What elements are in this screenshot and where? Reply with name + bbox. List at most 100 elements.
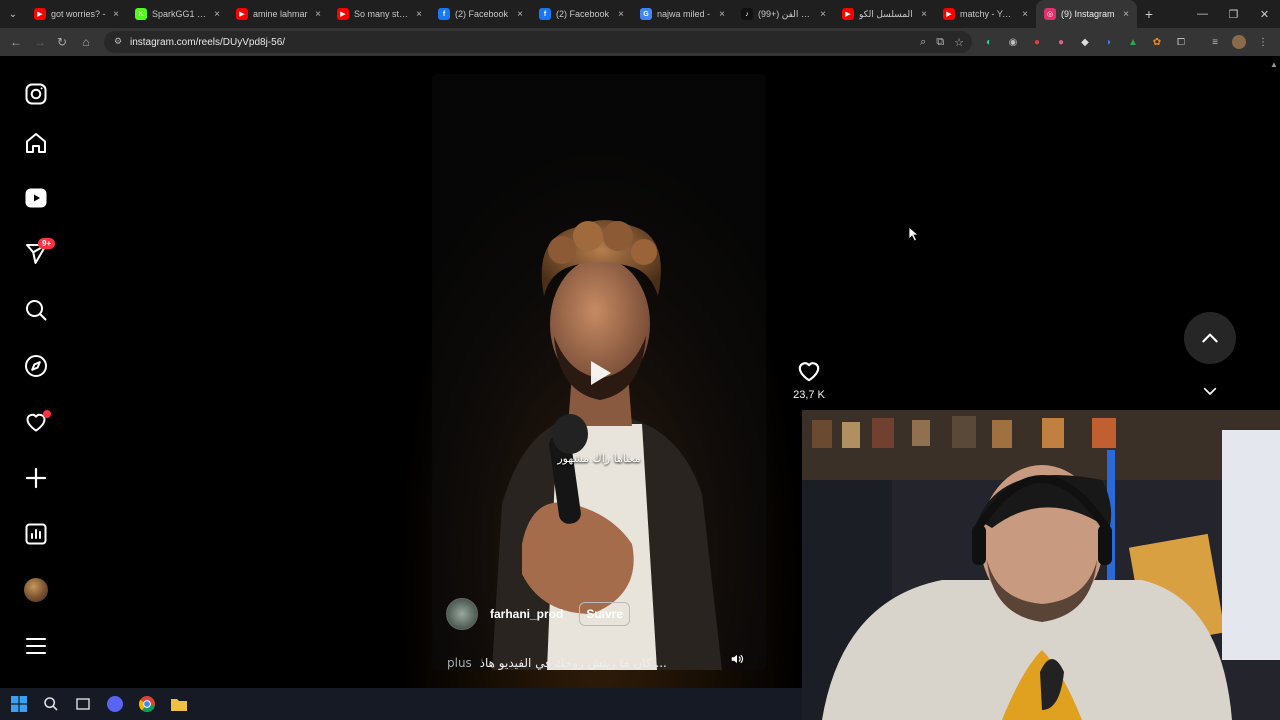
reels-icon[interactable] xyxy=(18,180,54,216)
tab-close-icon[interactable]: × xyxy=(414,9,424,20)
facebook-icon: f xyxy=(539,8,551,20)
windows-taskbar xyxy=(0,688,802,720)
tab-close-icon[interactable]: × xyxy=(515,9,525,20)
home-button[interactable]: ⌂ xyxy=(74,30,98,54)
dashboard-icon[interactable] xyxy=(18,516,54,552)
sound-toggle-icon[interactable] xyxy=(728,650,746,668)
browser-tab[interactable]: ▶ So many strea × xyxy=(329,0,430,28)
browser-tab[interactable]: ▶ المسلسل الكو × xyxy=(834,0,935,28)
google-icon: G xyxy=(640,8,652,20)
discord-taskbar-icon[interactable] xyxy=(104,693,126,715)
tab-close-icon[interactable]: × xyxy=(1020,9,1030,20)
extensions-puzzle-icon[interactable]: ⧠ xyxy=(1172,33,1190,51)
tab-close-icon[interactable]: × xyxy=(1121,9,1131,20)
extension-7-icon[interactable]: ▲ xyxy=(1124,33,1142,51)
browser-tab-strip: ⌄ ▶ got worries? - × K SparkGG1 Kick × ▶ amine … xyxy=(0,0,1280,28)
new-tab-button[interactable]: + xyxy=(1137,0,1161,28)
tab-close-icon[interactable]: × xyxy=(212,9,222,20)
site-info-icon[interactable]: ⚙ xyxy=(112,36,124,48)
tab-close-icon[interactable]: × xyxy=(717,9,727,20)
browser-tab[interactable]: ◎ (9) Instagram × xyxy=(1036,0,1137,28)
extension-5-icon[interactable]: ◆ xyxy=(1076,33,1094,51)
chevron-up-icon xyxy=(1202,333,1218,343)
extension-4-icon[interactable]: ● xyxy=(1052,33,1070,51)
webcam-overlay xyxy=(802,410,1280,720)
chrome-taskbar-icon[interactable] xyxy=(136,693,158,715)
create-plus-icon[interactable] xyxy=(18,460,54,496)
browser-tab-label: So many strea xyxy=(354,9,410,19)
reel-caption[interactable]: plus كان ما ريتش روحك في الفيديو هاذ ... xyxy=(447,656,667,670)
browser-tab[interactable]: ▶ matchy - YouTu × xyxy=(935,0,1036,28)
play-icon[interactable] xyxy=(582,356,616,390)
caption-more-link[interactable]: plus xyxy=(447,656,472,670)
instagram-logo-icon[interactable] xyxy=(18,76,54,112)
follow-button[interactable]: Suivre xyxy=(579,602,631,626)
file-explorer-icon[interactable] xyxy=(168,693,190,715)
author-username[interactable]: farhani_prod xyxy=(490,607,563,621)
youtube-icon: ▶ xyxy=(943,8,955,20)
mouse-cursor-icon xyxy=(908,226,920,242)
tab-close-icon[interactable]: × xyxy=(616,9,626,20)
browser-tab[interactable]: f (2) Facebook × xyxy=(430,0,531,28)
youtube-icon: ▶ xyxy=(842,8,854,20)
profile-avatar-icon[interactable] xyxy=(1230,33,1248,51)
install-app-icon[interactable]: ⧉ xyxy=(936,36,944,49)
browser-tab[interactable]: f (2) Facebook × xyxy=(531,0,632,28)
taskbar-search-icon[interactable] xyxy=(40,693,62,715)
notification-dot xyxy=(43,410,51,418)
browser-tab[interactable]: Gnajwa miled - × xyxy=(632,0,733,28)
tab-close-icon[interactable]: × xyxy=(818,9,828,20)
caption-text: كان ما ريتش روحك في الفيديو هاذ ... xyxy=(479,656,667,670)
author-avatar[interactable] xyxy=(446,598,478,630)
extension-1-icon[interactable]: ◐ xyxy=(980,33,998,51)
browser-tab[interactable]: K SparkGG1 Kick × xyxy=(127,0,228,28)
extension-2-icon[interactable]: ◉ xyxy=(1004,33,1022,51)
browser-tab-label: (2) Facebook xyxy=(455,9,509,19)
home-icon[interactable] xyxy=(18,125,54,161)
tab-close-icon[interactable]: × xyxy=(111,9,121,20)
media-control-icon[interactable]: ≡ xyxy=(1206,33,1224,51)
webcam-feed-image xyxy=(802,410,1280,720)
browser-toolbar: ← → ↻ ⌂ ⚙ instagram.com/reels/DUyVpd8j-5… xyxy=(0,28,1280,56)
extensions-area: ◐ ◉ ● ● ◆ ◗ ▲ ✿ ⧠ ≡ ⋮ xyxy=(980,28,1272,56)
bookmark-star-icon[interactable]: ☆ xyxy=(954,36,964,49)
zoom-icon[interactable]: ⌕ xyxy=(920,36,926,49)
search-icon[interactable] xyxy=(18,292,54,328)
browser-tab-label: SparkGG1 Kick xyxy=(152,9,208,19)
tab-close-icon[interactable]: × xyxy=(919,9,929,20)
previous-reel-button[interactable] xyxy=(1184,312,1236,364)
extension-6-icon[interactable]: ◗ xyxy=(1100,33,1118,51)
next-reel-button[interactable] xyxy=(1184,386,1236,412)
minimize-button[interactable]: — xyxy=(1187,0,1218,28)
windows-start-icon[interactable] xyxy=(8,693,30,715)
extension-3-icon[interactable]: ● xyxy=(1028,33,1046,51)
close-window-button[interactable]: ✕ xyxy=(1249,0,1280,28)
like-heart-icon[interactable] xyxy=(796,358,822,384)
messages-badge: 9+ xyxy=(38,238,56,249)
extension-8-icon[interactable]: ✿ xyxy=(1148,33,1166,51)
browser-tab[interactable]: ▶ amine lahmar × xyxy=(228,0,329,28)
explore-icon[interactable] xyxy=(18,348,54,384)
browser-tab-label: matchy - YouTu xyxy=(960,9,1016,19)
browser-menu-icon[interactable]: ⋮ xyxy=(1254,33,1272,51)
kick-icon: K xyxy=(135,8,147,20)
browser-tab-label: (2) Facebook xyxy=(556,9,610,19)
reload-button[interactable]: ↻ xyxy=(50,30,74,54)
tab-close-icon[interactable]: × xyxy=(313,9,323,20)
more-menu-icon[interactable] xyxy=(18,628,54,664)
restore-button[interactable]: ❐ xyxy=(1218,0,1249,28)
browser-tab-label: najwa miled - xyxy=(657,9,711,19)
instagram-sidebar: 9+ xyxy=(0,56,72,688)
profile-avatar[interactable] xyxy=(18,572,54,608)
task-view-icon[interactable] xyxy=(72,693,94,715)
browser-tab[interactable]: ♪ عصر الفن (+99) × xyxy=(733,0,834,28)
back-button[interactable]: ← xyxy=(4,30,28,54)
instagram-icon: ◎ xyxy=(1044,8,1056,20)
reel-video[interactable]: معناها راك مشهور farhani_prod Suivre plu… xyxy=(432,74,766,670)
browser-tab[interactable]: ▶ got worries? - × xyxy=(26,0,127,28)
tab-search-button[interactable]: ⌄ xyxy=(0,0,26,28)
forward-button[interactable]: → xyxy=(28,30,52,54)
address-bar[interactable]: ⚙ instagram.com/reels/DUyVpd8j-56/ ⌕ ⧉ ☆ xyxy=(104,31,972,53)
reel-author-row: farhani_prod Suivre xyxy=(446,598,631,630)
scroll-up-arrow-icon[interactable]: ▲ xyxy=(1270,60,1278,69)
